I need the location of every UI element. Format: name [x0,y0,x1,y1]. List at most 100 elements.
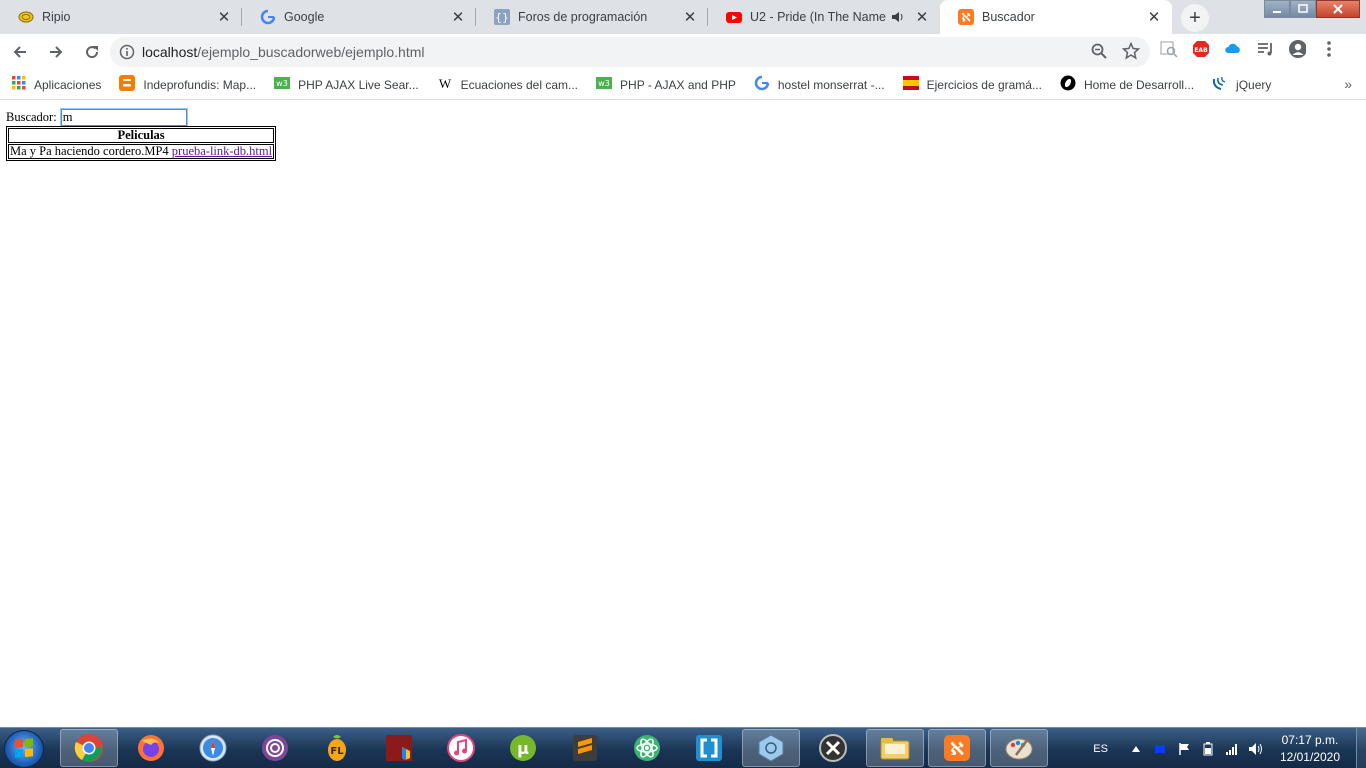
system-clock[interactable]: 07:17 p.m. 12/01/2020 [1280,732,1340,766]
bookmark-label: Aplicaciones [34,77,102,92]
tab-youtube[interactable]: U2 - Pride (In The Name Of ✕ [708,0,940,34]
svg-text:µ: µ [517,739,529,758]
taskbar-safari-icon[interactable] [184,729,242,767]
bookmarks-overflow-icon[interactable]: » [1344,76,1352,92]
bookmark-label: Home de Desarroll... [1083,77,1195,92]
google-g-icon [754,75,770,94]
bookmark-php-ajax-live[interactable]: w3 PHP AJAX Live Sear... [268,71,425,99]
bookmark-star-icon[interactable] [1121,41,1141,63]
tab-strip: Ripio ✕ Google ✕ {} Foros de programació… [0,0,1366,34]
wikipedia-icon: W [437,75,453,94]
windows-taskbar: FL µ ℵ ES 07:17 p.m. 12/01/2020 [0,727,1366,768]
volume-icon[interactable] [1248,741,1264,757]
bookmark-home-desarrollo[interactable]: Home de Desarroll... [1054,71,1200,99]
battery-icon[interactable] [1200,741,1216,757]
language-indicator[interactable]: ES [1093,743,1108,755]
jquery-icon [1212,75,1228,94]
close-tab-icon[interactable]: ✕ [450,9,466,26]
tab-google[interactable]: Google ✕ [242,0,476,34]
svg-text:w3: w3 [276,79,288,88]
browser-toolbar: localhost/ejemplo_buscadorweb/ejemplo.ht… [0,34,1366,70]
action-center-flag-icon[interactable] [1176,741,1192,757]
extensions-area: EAB [1160,40,1338,58]
reload-icon[interactable] [76,36,108,68]
apps-grid-icon [12,76,26,93]
new-tab-button[interactable]: + [1181,4,1209,32]
taskbar-explorer-icon[interactable] [866,729,924,767]
url-text[interactable]: localhost/ejemplo_buscadorweb/ejemplo.ht… [142,44,425,60]
bookmark-indeprofundis[interactable]: Indeprofundis: Map... [113,71,262,99]
table-cell: Ma y Pa haciendo cordero.MP4 prueba-link… [8,144,275,159]
close-window-icon[interactable] [1316,0,1360,18]
taskbar-fl-studio-icon[interactable]: FL [308,729,366,767]
search-label: Buscador: [6,110,57,124]
start-button[interactable] [4,730,44,768]
show-desktop-button[interactable] [1356,728,1366,768]
taskbar-bracket-icon[interactable] [680,729,738,767]
network-signal-icon[interactable] [1224,741,1240,757]
xampp-icon: ℵ [958,9,974,25]
address-bar[interactable]: localhost/ejemplo_buscadorweb/ejemplo.ht… [110,37,1150,67]
taskbar-firefox-icon[interactable] [122,729,180,767]
adblock-extension-icon[interactable]: EAB [1192,40,1210,58]
zoom-icon[interactable] [1090,42,1108,63]
taskbar-atom-icon[interactable] [618,729,676,767]
bookmarks-bar: Aplicaciones Indeprofundis: Map... w3 PH… [0,70,1366,100]
taskbar-utorrent-icon[interactable]: µ [494,729,552,767]
menu-kebab-icon[interactable] [1320,40,1338,58]
taskbar-installer-icon[interactable] [370,729,428,767]
show-hidden-icons-icon[interactable] [1128,741,1144,757]
w3schools-icon: w3 [596,75,613,94]
bookmark-hostel-monserrat[interactable]: hostel monserrat -... [748,71,891,99]
close-tab-icon[interactable]: ✕ [1146,9,1162,26]
taskbar-itunes-icon[interactable] [432,729,490,767]
bookmark-ecuaciones[interactable]: W Ecuaciones del cam... [431,71,584,99]
back-icon[interactable] [4,36,36,68]
windows-logo-icon [15,738,33,758]
taskbar-tor-icon[interactable] [246,729,304,767]
bookmark-php-ajax-and-php[interactable]: w3 PHP - AJAX and PHP [590,71,742,99]
results-table: Peliculas Ma y Pa haciendo cordero.MP4 p… [6,126,277,161]
google-g-icon [260,9,276,25]
result-link[interactable]: prueba-link-db.html [172,144,272,158]
cloud-extension-icon[interactable] [1224,40,1242,58]
profile-avatar-icon[interactable] [1288,40,1306,58]
taskbar-paint-icon[interactable] [990,729,1048,767]
svg-text:ℵ: ℵ [961,11,971,25]
search-input[interactable] [59,108,188,127]
page-search-extension-icon[interactable] [1160,40,1178,58]
svg-text:w3: w3 [598,79,610,88]
minimize-icon[interactable] [1264,0,1290,18]
taskbar-xampp-icon[interactable]: ℵ [928,729,986,767]
tab-foros[interactable]: {} Foros de programación ✕ [476,0,708,34]
clock-time: 07:17 p.m. [1281,732,1339,747]
taskbar-vmware-icon[interactable] [804,729,862,767]
tray-app-icon[interactable] [1152,741,1168,757]
bookmark-label: PHP AJAX Live Sear... [298,77,419,92]
close-tab-icon[interactable]: ✕ [216,9,232,26]
close-tab-icon[interactable]: ✕ [682,9,698,26]
media-queue-icon[interactable] [1256,40,1274,58]
svg-text:W: W [438,76,451,91]
site-info-icon[interactable] [112,44,142,60]
taskbar-sublime-icon[interactable] [556,729,614,767]
maximize-icon[interactable] [1290,0,1316,18]
bookmark-jquery[interactable]: jQuery [1206,71,1277,99]
forward-icon[interactable] [40,36,72,68]
tab-buscador[interactable]: ℵ Buscador ✕ [940,0,1172,34]
tab-title: Buscador [982,10,1035,24]
taskbar-electron-icon[interactable] [742,729,800,767]
svg-text:ℵ: ℵ [950,739,964,760]
speaker-icon[interactable] [890,9,906,25]
ripio-coin-icon [18,9,34,25]
flag-icon [902,75,919,94]
bookmark-aplicaciones[interactable]: Aplicaciones [6,71,107,99]
tab-ripio[interactable]: Ripio ✕ [0,0,242,34]
search-row: Buscador: [6,108,188,127]
youtube-icon [726,9,742,25]
taskbar-chrome-icon[interactable] [60,729,118,767]
close-tab-icon[interactable]: ✕ [914,9,930,26]
tab-title: Foros de programación [518,10,648,24]
system-tray: ES 07:17 p.m. 12/01/2020 [1093,728,1366,768]
bookmark-ejercicios[interactable]: Ejercicios de gramá... [897,71,1048,99]
